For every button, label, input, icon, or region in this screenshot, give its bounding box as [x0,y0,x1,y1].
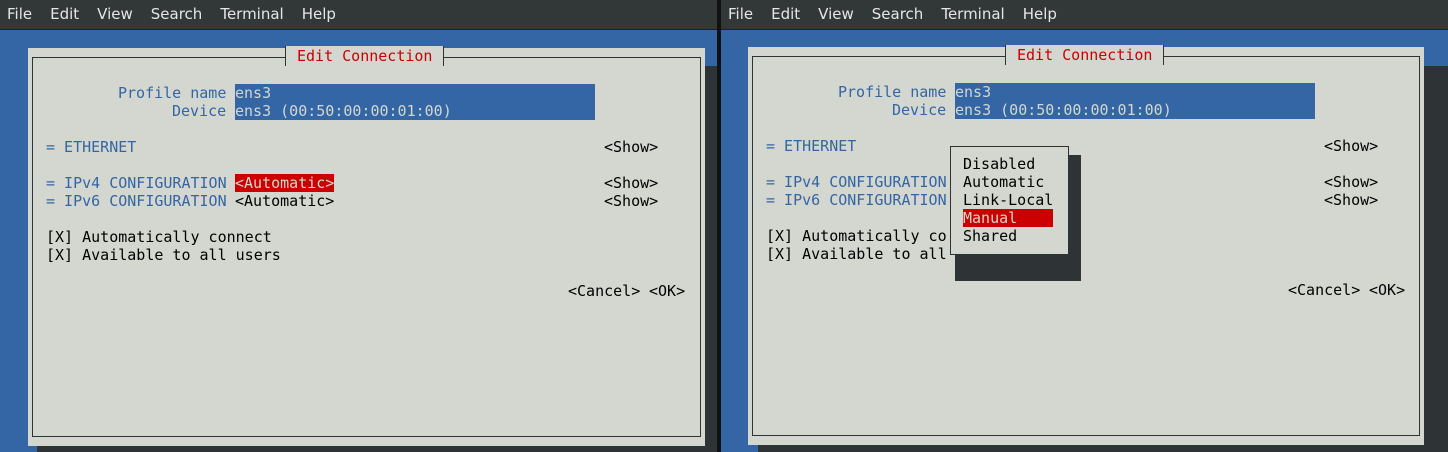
profile-name-input[interactable]: ens3 [235,84,595,102]
menu-edit[interactable]: Edit [41,0,88,29]
ipv6-section: = IPv6 CONFIGURATION [46,192,227,210]
menu-help[interactable]: Help [293,0,345,29]
terminal-window-left: File Edit View Search Terminal Help Edit… [0,0,717,452]
dialog-title: Edit Connection [285,46,445,66]
all-users-checkbox[interactable]: [X] Available to all [766,245,947,263]
ipv4-section: = IPv4 CONFIGURATION [46,174,227,192]
ipv6-section: = IPv6 CONFIGURATION [766,191,947,209]
option-shared[interactable]: Shared [963,227,1017,245]
all-users-checkbox[interactable]: [X] Available to all users [46,246,281,264]
profile-name-label: Profile name [118,84,227,102]
dialog-shadow-bottom [758,445,1448,452]
device-input[interactable]: ens3 (00:50:00:00:01:00) [955,101,1315,119]
ipv6-mode-button[interactable]: <Automatic> [235,192,334,210]
ipv4-section: = IPv4 CONFIGURATION [766,173,947,191]
auto-connect-checkbox[interactable]: [X] Automatically connect [46,228,272,246]
menu-search[interactable]: Search [863,0,933,29]
menu-terminal[interactable]: Terminal [211,0,292,29]
profile-name-label: Profile name [838,83,947,101]
ethernet-section: = ETHERNET [46,138,137,156]
ethernet-show-button[interactable]: <Show> [604,138,658,156]
dialog-title: Edit Connection [1005,45,1165,65]
auto-connect-checkbox[interactable]: [X] Automatically co [766,227,947,245]
dialog-shadow-bottom [37,446,717,452]
cancel-button[interactable]: <Cancel> [568,282,640,300]
ipv4-mode-listbox: Disabled Automatic Link-Local Manual Sha… [950,146,1069,255]
dialog-shadow [705,66,717,452]
ipv6-show-button[interactable]: <Show> [1324,191,1378,209]
device-value: ens3 (00:50:00:00:01:00) [235,102,452,120]
option-automatic[interactable]: Automatic [963,173,1044,191]
menu-file[interactable]: File [0,0,41,29]
profile-name-value: ens3 [235,84,272,102]
device-input[interactable]: ens3 (00:50:00:00:01:00) [235,102,595,120]
device-label: Device [172,102,227,120]
menubar: File Edit View Search Terminal Help [721,0,1448,30]
menu-view[interactable]: View [809,0,863,29]
profile-name-value: ens3 [955,83,992,101]
option-link-local[interactable]: Link-Local [963,191,1053,209]
option-disabled[interactable]: Disabled [963,155,1035,173]
menu-file[interactable]: File [721,0,762,29]
option-manual[interactable]: Manual [963,209,1053,227]
ipv4-mode-button[interactable]: <Automatic> [235,174,335,192]
ok-button[interactable]: <OK> [1369,281,1405,299]
ok-button[interactable]: <OK> [649,282,685,300]
menu-help[interactable]: Help [1014,0,1066,29]
cancel-button[interactable]: <Cancel> [1288,281,1360,299]
menu-edit[interactable]: Edit [762,0,809,29]
ipv4-show-button[interactable]: <Show> [604,174,658,192]
dialog-shadow [1424,66,1448,452]
menu-view[interactable]: View [88,0,142,29]
terminal-window-right: File Edit View Search Terminal Help Edit… [721,0,1448,452]
menu-terminal[interactable]: Terminal [932,0,1013,29]
ipv6-show-button[interactable]: <Show> [604,192,658,210]
ethernet-section: = ETHERNET [766,137,857,155]
device-label: Device [892,101,947,119]
device-value: ens3 (00:50:00:00:01:00) [955,101,1172,119]
menu-search[interactable]: Search [142,0,212,29]
ipv4-show-button[interactable]: <Show> [1324,173,1378,191]
profile-name-input[interactable]: ens3 [955,83,1315,101]
menubar: File Edit View Search Terminal Help [0,0,717,30]
ethernet-show-button[interactable]: <Show> [1324,137,1378,155]
